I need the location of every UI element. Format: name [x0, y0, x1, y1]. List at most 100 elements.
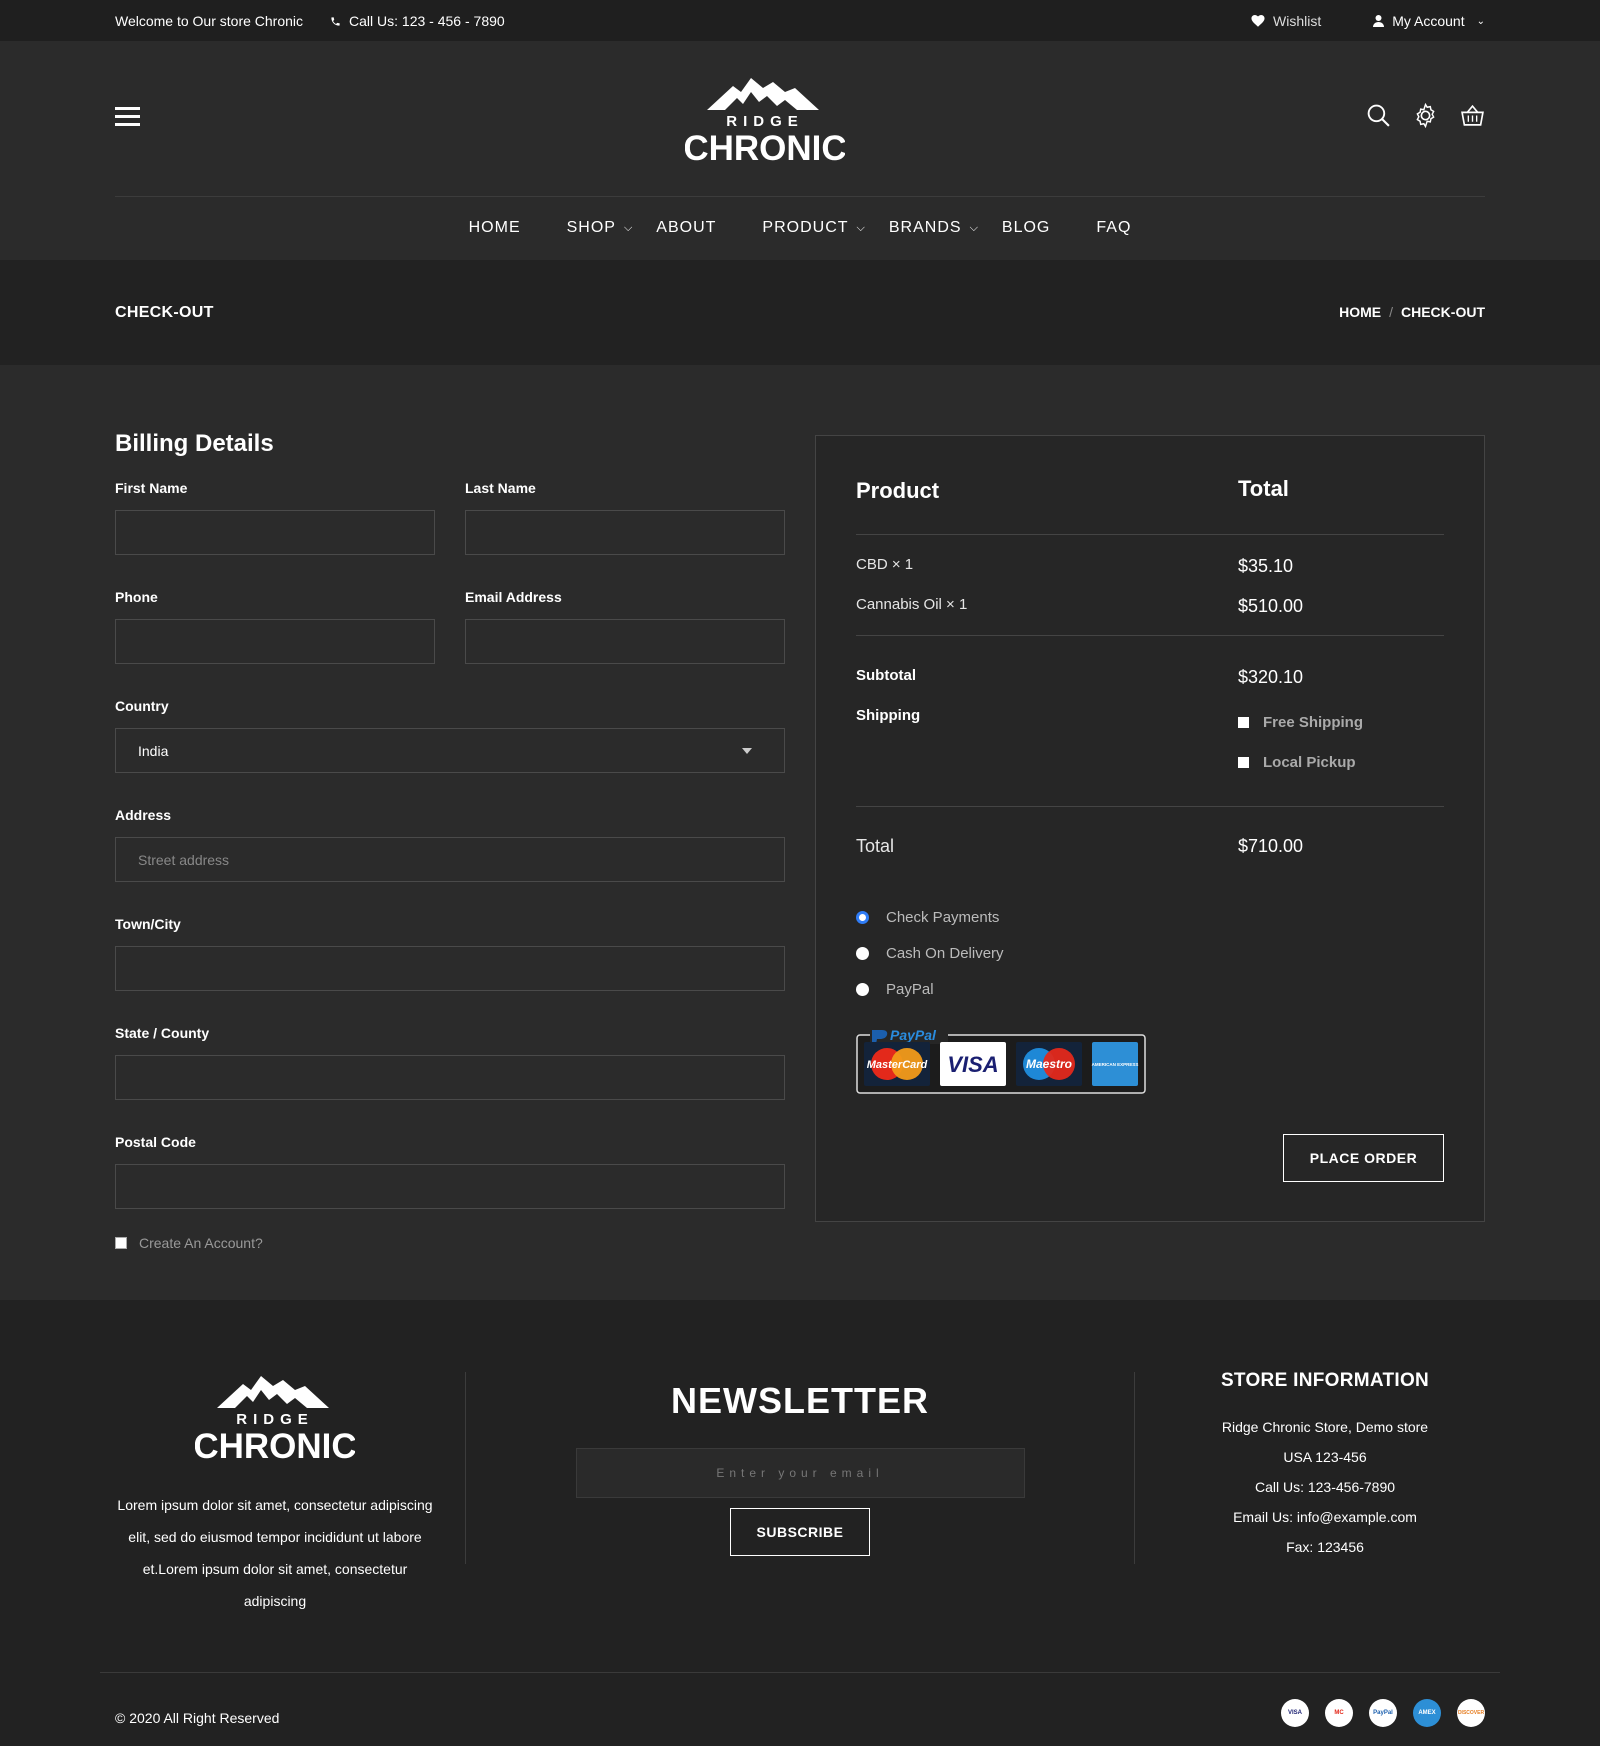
copyright: © 2020 All Right Reserved	[115, 1710, 280, 1726]
nav-about[interactable]: ABOUT	[656, 219, 739, 237]
street-address-field[interactable]	[115, 837, 785, 882]
store-info-line: Ridge Chronic Store, Demo store	[1221, 1419, 1429, 1435]
mastercard-icon: MC	[1325, 1699, 1353, 1727]
nav-label: PRODUCT	[762, 219, 849, 236]
payment-radio-selected[interactable]	[856, 911, 869, 924]
nav-label: ABOUT	[656, 219, 717, 236]
billing-heading: Billing Details	[115, 430, 274, 457]
country-select[interactable]: India	[115, 728, 785, 773]
town-label: Town/City	[115, 916, 181, 932]
search-icon[interactable]	[1366, 103, 1391, 128]
nav-brands[interactable]: BRANDS ⌵	[889, 219, 1002, 237]
nav-label: BLOG	[1001, 219, 1051, 236]
country-label: Country	[115, 698, 169, 714]
chevron-down-icon: ⌵	[856, 221, 866, 234]
col-product: Product	[856, 478, 940, 503]
nav-home[interactable]: HOME	[446, 219, 544, 237]
item-name: CBD × 1	[856, 556, 914, 573]
nav-label: SHOP	[566, 219, 616, 236]
footer-rule	[100, 1672, 1500, 1673]
nav-blog[interactable]: BLOG	[1002, 219, 1073, 237]
nav-label: HOME	[468, 219, 521, 236]
town-field[interactable]	[115, 946, 785, 991]
payment-paypal[interactable]: PayPal	[856, 981, 934, 998]
first-name-field[interactable]	[115, 510, 435, 555]
amex-icon: AMEX	[1413, 1699, 1441, 1727]
site-header: RIDGE CHRONIC HOME SHOP ⌵ ABOUT PRODUCT ⌵ …	[0, 41, 1600, 260]
create-account-checkbox[interactable]	[115, 1237, 127, 1249]
place-order-button[interactable]: PLACE ORDER	[1283, 1134, 1444, 1182]
payment-label: PayPal	[886, 981, 934, 998]
breadcrumb-home[interactable]: HOME	[1339, 304, 1381, 320]
divider	[856, 635, 1444, 636]
total-label: Total	[856, 836, 895, 856]
country-value: India	[138, 742, 169, 759]
visa-logo: VISA	[947, 1052, 998, 1077]
address-label: Address	[115, 807, 172, 823]
nav-product[interactable]: PRODUCT ⌵	[739, 219, 888, 237]
store-info-line: Email Us: info@example.com	[1233, 1509, 1417, 1525]
local-pickup-checkbox[interactable]	[1238, 757, 1249, 768]
divider	[856, 534, 1444, 535]
wishlist-label: Wishlist	[1273, 13, 1322, 29]
visa-icon: VISA	[1281, 1699, 1309, 1727]
last-name-label: Last Name	[465, 480, 536, 496]
payment-check[interactable]: Check Payments	[856, 909, 999, 926]
shipping-label: Shipping	[856, 707, 921, 724]
footer-logo[interactable]: RIDGE CHRONIC	[193, 1372, 357, 1466]
breadcrumb: HOME / CHECK-OUT	[1339, 304, 1485, 320]
shipping-option-pickup[interactable]: Local Pickup	[1238, 754, 1356, 771]
total-value: $710.00	[1238, 836, 1304, 856]
payment-radio[interactable]	[856, 947, 869, 960]
discover-icon: DISCOVER	[1457, 1699, 1485, 1727]
heart-icon	[1251, 15, 1265, 27]
create-account-option[interactable]: Create An Account?	[115, 1235, 785, 1251]
chevron-down-icon: ⌵	[623, 221, 634, 234]
phone-field[interactable]	[115, 619, 435, 664]
create-account-label: Create An Account?	[139, 1235, 263, 1251]
shipping-option-free[interactable]: Free Shipping	[1238, 714, 1363, 731]
footer-about: RIDGE CHRONIC Lorem ipsum dolor sit amet…	[115, 1372, 435, 1617]
mastercard-logo: MasterCard	[867, 1059, 928, 1071]
subscribe-button[interactable]: SUBSCRIBE	[730, 1508, 870, 1556]
menu-toggle-button[interactable]	[115, 107, 140, 127]
footer-payment-icons: VISA MC PayPal AMEX DISCOVER	[1281, 1699, 1485, 1727]
my-account-dropdown[interactable]: My Account ⌄	[1373, 13, 1485, 29]
logo-chronic: CHRONIC	[685, 129, 845, 166]
nav-shop[interactable]: SHOP ⌵	[544, 219, 657, 237]
site-footer: RIDGE CHRONIC Lorem ipsum dolor sit amet…	[0, 1300, 1600, 1746]
wishlist-link[interactable]: Wishlist	[1251, 13, 1321, 29]
free-shipping-checkbox[interactable]	[1238, 717, 1249, 728]
gear-icon[interactable]	[1413, 103, 1438, 128]
site-logo[interactable]: RIDGE CHRONIC	[685, 74, 845, 166]
billing-form: Billing Details First Name Last Name Pho…	[115, 430, 785, 1251]
breadcrumb-current: CHECK-OUT	[1401, 304, 1485, 320]
state-field[interactable]	[115, 1055, 785, 1100]
logo-ridge: RIDGE	[236, 1411, 314, 1428]
main-nav: HOME SHOP ⌵ ABOUT PRODUCT ⌵ BRANDS ⌵ BLOG F…	[0, 219, 1600, 237]
payment-radio[interactable]	[856, 983, 869, 996]
breadcrumb-separator: /	[1389, 304, 1393, 320]
basket-icon[interactable]	[1460, 103, 1485, 128]
newsletter-title: NEWSLETTER	[671, 1380, 929, 1421]
store-information: STORE INFORMATION Ridge Chronic Store, D…	[1150, 1370, 1500, 1562]
phone-icon	[331, 16, 340, 26]
shipping-option-label: Free Shipping	[1263, 714, 1364, 731]
newsletter: NEWSLETTER SUBSCRIBE	[465, 1380, 1135, 1556]
top-bar: Welcome to Our store Chronic Call Us: 12…	[0, 0, 1600, 41]
amex-logo: AMERICAN EXPRESS	[1092, 1062, 1139, 1067]
nav-label: BRANDS	[888, 219, 962, 236]
nav-faq[interactable]: FAQ	[1073, 219, 1154, 237]
postal-label: Postal Code	[115, 1134, 196, 1150]
chevron-down-icon: ⌄	[1476, 15, 1485, 27]
email-field[interactable]	[465, 619, 785, 664]
postal-code-field[interactable]	[115, 1164, 785, 1209]
footer-description: Lorem ipsum dolor sit amet, consectetur …	[117, 1497, 433, 1609]
store-info-line: Fax: 123456	[1286, 1539, 1364, 1555]
phone-label: Phone	[115, 589, 158, 605]
last-name-field[interactable]	[465, 510, 785, 555]
footer-divider	[1134, 1372, 1135, 1564]
newsletter-email-input[interactable]	[575, 1448, 1025, 1498]
item-price: $35.10	[1238, 556, 1294, 576]
payment-cod[interactable]: Cash On Delivery	[856, 945, 1004, 962]
